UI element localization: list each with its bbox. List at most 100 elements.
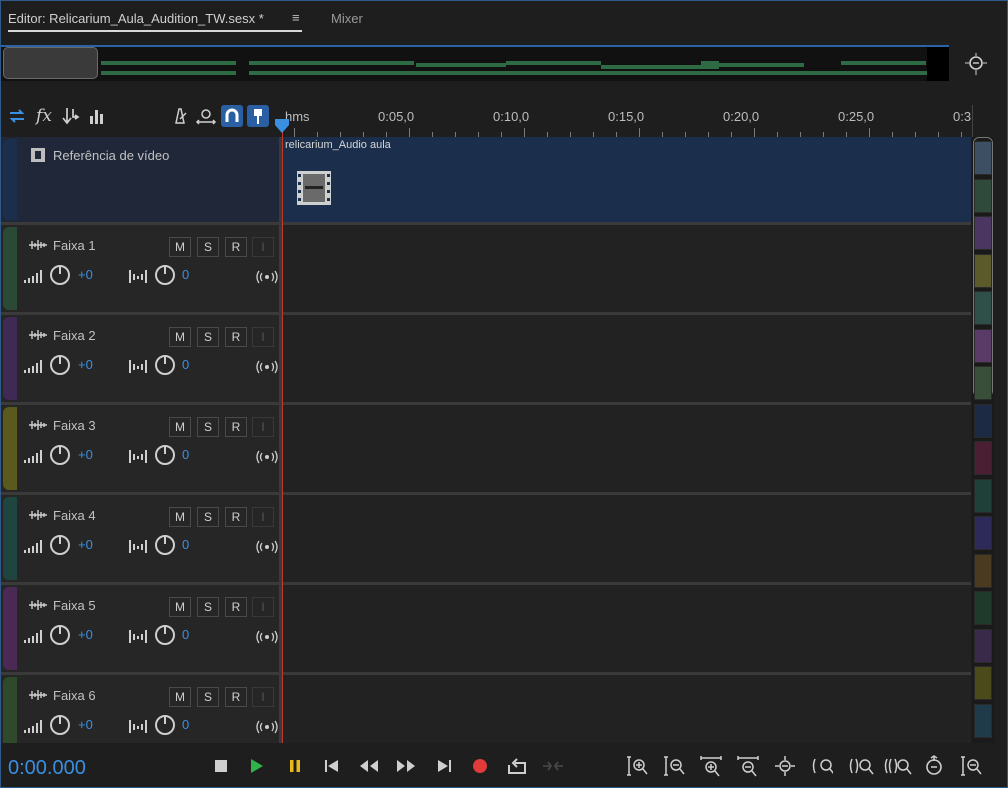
track-color-chip[interactable] [974,516,992,550]
mute-button[interactable]: M [169,327,191,347]
pan-knob[interactable] [154,534,176,561]
monitor-input-button[interactable]: I [252,687,274,707]
output-signal-icon[interactable] [256,540,278,559]
volume-value[interactable]: +0 [78,717,93,732]
track-name[interactable]: Faixa 6 [53,688,96,703]
track-color-chip[interactable] [974,253,992,288]
track-lane[interactable] [282,315,971,402]
record-arm-button[interactable]: R [225,237,247,257]
pan-knob[interactable] [154,714,176,741]
zoom-in-amplitude-icon[interactable] [626,755,648,777]
track-color-chip[interactable] [974,441,992,475]
track-header[interactable]: Faixa 5 M S R I +0 0 [1,585,279,672]
marker-pin-icon[interactable] [247,105,269,127]
zoom-in-time-icon[interactable] [700,755,722,777]
overview-view-handle[interactable] [3,47,98,79]
track-header[interactable]: Faixa 2 M S R I +0 0 [1,315,279,402]
solo-button[interactable]: S [197,327,219,347]
inputs-outputs-icon[interactable] [6,105,28,127]
zoom-in-out-point-icon[interactable] [849,755,875,777]
volume-knob[interactable] [49,714,71,741]
zoom-selected-tracks-icon[interactable] [884,755,912,777]
track-name[interactable]: Faixa 1 [53,238,96,253]
track-lane[interactable] [282,225,971,312]
zoom-reset-icon[interactable] [923,755,945,777]
track-color-chip[interactable] [974,628,992,663]
volume-knob[interactable] [49,534,71,561]
pan-value[interactable]: 0 [182,717,189,732]
zoom-to-selection-icon[interactable] [811,755,833,777]
time-ruler[interactable]: hms 0:05,0 0:10,0 0:15,0 0:20,0 0:25,0 0… [282,105,972,137]
volume-knob[interactable] [49,444,71,471]
eq-icon[interactable] [85,105,107,127]
monitor-input-button[interactable]: I [252,597,274,617]
track-color-chip[interactable] [974,553,992,588]
track-lane[interactable] [282,675,971,743]
record-arm-button[interactable]: R [225,597,247,617]
mute-button[interactable]: M [169,237,191,257]
skip-to-start-button[interactable] [321,755,343,777]
output-signal-icon[interactable] [256,360,278,379]
volume-knob[interactable] [49,624,71,651]
stop-button[interactable] [210,755,232,777]
track-color-chip[interactable] [974,478,992,513]
volume-value[interactable]: +0 [78,627,93,642]
record-arm-button[interactable]: R [225,327,247,347]
solo-button[interactable]: S [197,597,219,617]
volume-knob[interactable] [49,354,71,381]
track-color-chip[interactable] [974,328,992,363]
video-track-header[interactable]: Referência de vídeo [1,137,279,222]
play-button[interactable] [246,755,268,777]
effects-rack-icon[interactable]: fx [33,105,55,127]
pan-knob[interactable] [154,444,176,471]
sends-icon[interactable] [59,105,81,127]
track-lane[interactable] [282,585,971,672]
solo-button[interactable]: S [197,507,219,527]
track-lane[interactable] [282,405,971,492]
solo-button[interactable]: S [197,417,219,437]
output-signal-icon[interactable] [256,270,278,289]
video-clip[interactable]: relicarium_Audio aula [282,137,971,222]
track-color-chip[interactable] [974,403,992,438]
time-stretch-icon[interactable] [195,105,217,127]
skip-to-end-button[interactable] [433,755,455,777]
track-name[interactable]: Faixa 2 [53,328,96,343]
zoom-out-full-icon[interactable] [774,755,796,777]
tab-editor[interactable]: Editor: Relicarium_Aula_Audition_TW.sesx… [8,11,264,26]
solo-button[interactable]: S [197,237,219,257]
output-signal-icon[interactable] [256,630,278,649]
track-header[interactable]: Faixa 6 M S R I +0 0 [1,675,279,743]
record-button[interactable] [469,755,491,777]
mute-button[interactable]: M [169,687,191,707]
pan-knob[interactable] [154,624,176,651]
pan-value[interactable]: 0 [182,267,189,282]
tab-mixer[interactable]: Mixer [331,11,363,26]
fast-forward-button[interactable] [395,755,417,777]
track-color-chip[interactable] [974,703,992,738]
zoom-navigator-icon[interactable] [963,51,989,77]
track-name[interactable]: Faixa 4 [53,508,96,523]
track-color-chip[interactable] [974,366,992,400]
monitor-input-button[interactable]: I [252,417,274,437]
monitor-input-button[interactable]: I [252,327,274,347]
track-name[interactable]: Faixa 3 [53,418,96,433]
pause-button[interactable] [284,755,306,777]
mute-button[interactable]: M [169,507,191,527]
pan-value[interactable]: 0 [182,537,189,552]
volume-value[interactable]: +0 [78,537,93,552]
track-scroll-column[interactable] [972,137,994,743]
pan-knob[interactable] [154,264,176,291]
zoom-vertical-full-icon[interactable] [960,755,982,777]
zoom-out-amplitude-icon[interactable] [663,755,685,777]
zoom-out-time-icon[interactable] [737,755,759,777]
panel-menu-icon[interactable]: ≡ [292,10,300,25]
track-header[interactable]: Faixa 4 M S R I +0 0 [1,495,279,582]
mute-button[interactable]: M [169,417,191,437]
session-overview[interactable] [1,45,949,81]
volume-value[interactable]: +0 [78,357,93,372]
track-header[interactable]: Faixa 3 M S R I +0 0 [1,405,279,492]
volume-knob[interactable] [49,264,71,291]
track-name[interactable]: Faixa 5 [53,598,96,613]
pan-value[interactable]: 0 [182,447,189,462]
output-signal-icon[interactable] [256,450,278,469]
